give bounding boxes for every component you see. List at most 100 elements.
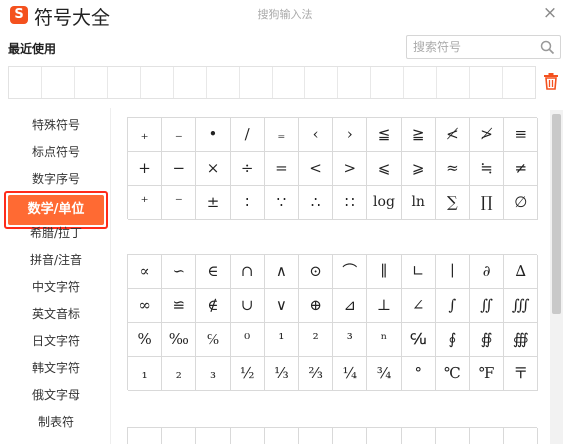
symbol-cell[interactable]: ≈ bbox=[435, 152, 470, 186]
symbol-cell[interactable]: ¼ bbox=[333, 357, 368, 391]
recent-symbol-slot[interactable] bbox=[75, 67, 108, 98]
symbol-cell[interactable]: ⁰ bbox=[230, 323, 265, 357]
symbol-cell[interactable]: ° bbox=[401, 357, 436, 391]
symbol-cell[interactable]: ∈ bbox=[196, 255, 231, 289]
symbol-cell[interactable]: ℉ bbox=[470, 357, 505, 391]
sidebar-item-8[interactable]: 日文字符 bbox=[6, 328, 106, 355]
symbol-cell[interactable]: > bbox=[333, 152, 368, 186]
recent-symbol-slot[interactable] bbox=[42, 67, 75, 98]
symbol-cell[interactable]: ⅓ bbox=[264, 357, 299, 391]
symbol-cell[interactable]: ln bbox=[401, 186, 436, 220]
symbol-cell[interactable]: ∮ bbox=[435, 323, 470, 357]
symbol-cell[interactable]: ⊥ bbox=[367, 289, 402, 323]
symbol-cell[interactable] bbox=[367, 428, 402, 444]
symbol-cell[interactable]: ⌒ bbox=[333, 255, 368, 289]
symbol-cell[interactable]: ℅ bbox=[196, 323, 231, 357]
recent-symbol-slot[interactable] bbox=[437, 67, 471, 98]
recent-symbol-slot[interactable] bbox=[108, 67, 141, 98]
symbol-cell[interactable]: ⁻ bbox=[162, 186, 197, 220]
symbol-cell[interactable] bbox=[504, 428, 539, 444]
symbol-cell[interactable]: log bbox=[367, 186, 402, 220]
symbol-cell[interactable]: ∉ bbox=[196, 289, 231, 323]
symbol-cell[interactable]: ≒ bbox=[470, 152, 505, 186]
symbol-cell[interactable]: ∞ bbox=[128, 289, 163, 323]
symbol-cell[interactable]: ⁿ bbox=[367, 323, 402, 357]
recent-symbol-slot[interactable] bbox=[338, 67, 372, 98]
symbol-cell[interactable]: ∯ bbox=[470, 323, 505, 357]
symbol-cell[interactable]: ∂ bbox=[470, 255, 505, 289]
symbol-cell[interactable]: ∏ bbox=[470, 186, 505, 220]
symbol-cell[interactable]: ∕ bbox=[230, 118, 265, 152]
symbol-cell[interactable]: ³ bbox=[333, 323, 368, 357]
symbol-cell[interactable]: = bbox=[264, 152, 299, 186]
symbol-cell[interactable]: ∧ bbox=[264, 255, 299, 289]
scrollbar-thumb[interactable] bbox=[552, 114, 561, 314]
symbol-cell[interactable]: ½ bbox=[230, 357, 265, 391]
symbol-cell[interactable]: ∪ bbox=[230, 289, 265, 323]
symbol-cell[interactable]: ⁺ bbox=[128, 186, 163, 220]
symbol-cell[interactable] bbox=[470, 428, 505, 444]
symbol-cell[interactable] bbox=[436, 428, 470, 444]
sidebar-item-11[interactable]: 制表符 bbox=[6, 409, 106, 436]
sidebar-item-10[interactable]: 俄文字母 bbox=[6, 382, 106, 409]
symbol-cell[interactable]: ∠ bbox=[401, 289, 436, 323]
sidebar-item-7[interactable]: 英文音标 bbox=[6, 301, 106, 328]
symbol-cell[interactable] bbox=[162, 428, 197, 444]
symbol-cell[interactable]: × bbox=[196, 152, 231, 186]
symbol-cell[interactable]: − bbox=[162, 152, 197, 186]
recent-symbol-slot[interactable] bbox=[174, 67, 207, 98]
symbol-cell[interactable]: ² bbox=[299, 323, 334, 357]
sidebar-item-6[interactable]: 中文字符 bbox=[6, 274, 106, 301]
symbol-cell[interactable]: ≠ bbox=[504, 152, 539, 186]
symbol-cell[interactable]: ⊿ bbox=[333, 289, 368, 323]
recent-symbol-slot[interactable] bbox=[273, 67, 306, 98]
symbol-cell[interactable]: ∵ bbox=[264, 186, 299, 220]
symbol-cell[interactable] bbox=[231, 428, 265, 444]
recent-symbol-slot[interactable] bbox=[141, 67, 174, 98]
symbol-cell[interactable] bbox=[299, 428, 334, 444]
sidebar-item-5[interactable]: 拼音/注音 bbox=[6, 247, 106, 274]
symbol-cell[interactable]: ∭ bbox=[504, 289, 539, 323]
symbol-cell[interactable]: ⊙ bbox=[299, 255, 334, 289]
symbol-cell[interactable]: ∴ bbox=[299, 186, 334, 220]
symbol-cell[interactable]: ∶ bbox=[230, 186, 265, 220]
symbol-cell[interactable]: ₌ bbox=[264, 118, 299, 152]
sidebar-item-1[interactable]: 标点符号 bbox=[6, 139, 106, 166]
symbol-cell[interactable]: ¾ bbox=[367, 357, 402, 391]
symbol-cell[interactable]: ∰ bbox=[504, 323, 539, 357]
symbol-cell[interactable]: ≧ bbox=[401, 118, 436, 152]
trash-icon[interactable] bbox=[543, 72, 559, 90]
sidebar-item-9[interactable]: 韩文字符 bbox=[6, 355, 106, 382]
symbol-cell[interactable]: ⊕ bbox=[299, 289, 334, 323]
symbol-cell[interactable]: 〒 bbox=[504, 357, 539, 391]
sidebar-item-0[interactable]: 特殊符号 bbox=[6, 112, 106, 139]
symbol-cell[interactable]: ≡ bbox=[504, 118, 539, 152]
symbol-cell[interactable]: ∩ bbox=[230, 255, 265, 289]
symbol-cell[interactable]: ₃ bbox=[196, 357, 231, 391]
symbol-cell[interactable] bbox=[265, 428, 299, 444]
recent-symbol-slot[interactable] bbox=[404, 67, 438, 98]
search-input[interactable] bbox=[413, 38, 537, 56]
symbol-cell[interactable]: ₊ bbox=[128, 118, 163, 152]
symbol-cell[interactable]: ‹ bbox=[299, 118, 334, 152]
symbol-cell[interactable]: ⅔ bbox=[299, 357, 334, 391]
recent-symbol-slot[interactable] bbox=[470, 67, 504, 98]
symbol-cell[interactable]: ⩽ bbox=[367, 152, 402, 186]
symbol-cell[interactable]: ∷ bbox=[333, 186, 368, 220]
symbol-cell[interactable]: ∨ bbox=[264, 289, 299, 323]
symbol-cell[interactable]: ∽ bbox=[162, 255, 197, 289]
symbol-cell[interactable]: ∅ bbox=[504, 186, 539, 220]
symbol-cell[interactable]: ∟ bbox=[401, 255, 436, 289]
symbol-cell[interactable]: ∝ bbox=[128, 255, 163, 289]
sidebar-item-2[interactable]: 数字序号 bbox=[6, 166, 106, 193]
symbol-cell[interactable]: ∥ bbox=[367, 255, 402, 289]
symbol-cell[interactable]: ℆ bbox=[401, 323, 436, 357]
symbol-cell[interactable]: ⩾ bbox=[401, 152, 436, 186]
symbol-cell[interactable] bbox=[128, 428, 163, 444]
symbol-cell[interactable]: < bbox=[299, 152, 334, 186]
symbol-cell[interactable]: ∫ bbox=[435, 289, 470, 323]
symbol-cell[interactable]: ≯ bbox=[470, 118, 505, 152]
close-button[interactable]: × bbox=[540, 3, 560, 23]
sidebar-item-4[interactable]: 希腊/拉丁 bbox=[6, 220, 106, 247]
symbol-cell[interactable]: ÷ bbox=[230, 152, 265, 186]
